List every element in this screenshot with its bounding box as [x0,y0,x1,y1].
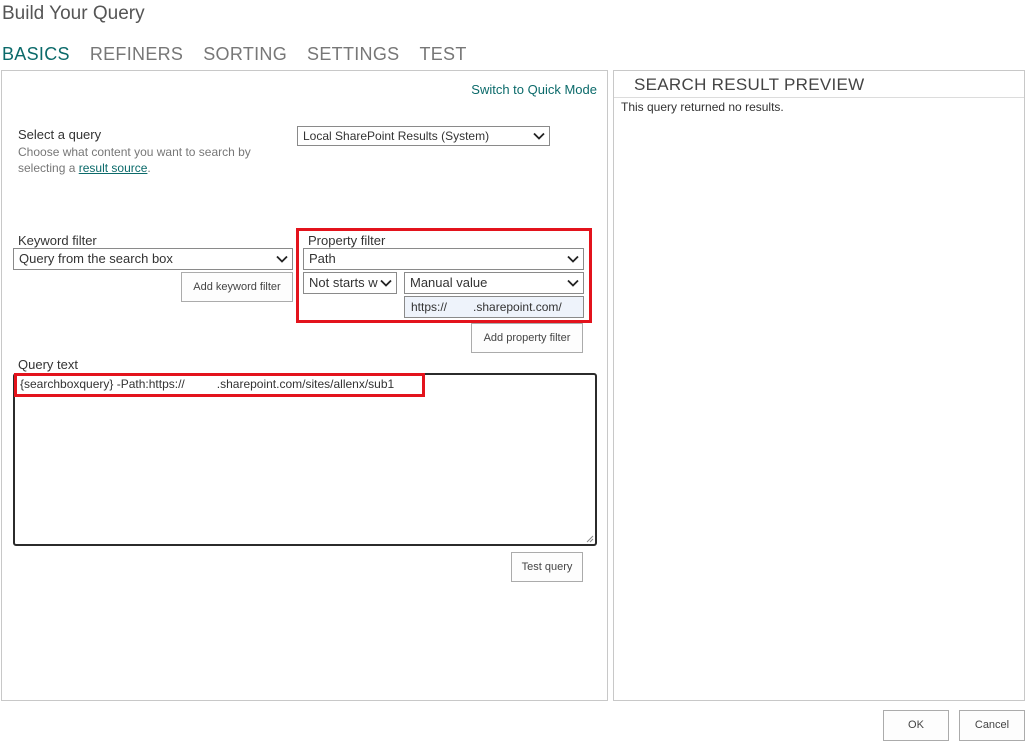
property-value-suffix: .sharepoint.com/ [473,300,562,314]
operator-select[interactable]: Not starts w [303,272,397,294]
result-source-link[interactable]: result source [79,161,148,175]
operator-value: Not starts w [309,275,378,290]
cancel-button[interactable]: Cancel [959,710,1025,741]
add-property-filter-button[interactable]: Add property filter [471,323,583,353]
query-builder-panel: Switch to Quick Mode Select a query Choo… [1,70,608,701]
value-type-select[interactable]: Manual value [404,272,584,294]
query-text-textarea[interactable]: {searchboxquery} -Path:https://.sharepoi… [13,373,597,546]
switch-to-quick-mode-link[interactable]: Switch to Quick Mode [471,82,597,97]
chevron-down-icon [567,255,579,263]
property-select[interactable]: Path [303,248,584,270]
property-filter-label: Property filter [308,233,386,248]
ok-button[interactable]: OK [883,710,949,741]
query-text-label: Query text [18,357,78,372]
select-query-help-line1: Choose what content you want to search b… [18,145,251,159]
dialog-title: Build Your Query [2,3,145,24]
search-result-preview-panel: SEARCH RESULT PREVIEW This query returne… [613,70,1025,701]
query-text-highlight [14,373,425,397]
result-source-value: Local SharePoint Results (System) [303,129,490,143]
tab-sorting[interactable]: SORTING [203,42,287,68]
select-query-help-suffix: . [147,161,151,175]
tab-bar: BASICS REFINERS SORTING SETTINGS TEST [2,42,467,68]
chevron-down-icon [533,132,545,140]
tab-basics[interactable]: BASICS [2,42,70,68]
test-query-button[interactable]: Test query [511,552,583,582]
select-query-help-prefix: selecting a [18,161,76,175]
select-query-label: Select a query [18,127,102,142]
select-query-help: Choose what content you want to search b… [18,144,278,176]
keyword-filter-value: Query from the search box [19,251,173,266]
chevron-down-icon [567,279,579,287]
chevron-down-icon [380,279,392,287]
preview-title: SEARCH RESULT PREVIEW [634,75,865,94]
result-source-select[interactable]: Local SharePoint Results (System) [297,126,550,146]
preview-divider [614,97,1024,98]
tab-refiners[interactable]: REFINERS [90,42,183,68]
resize-grip-icon[interactable] [586,535,594,543]
tab-settings[interactable]: SETTINGS [307,42,399,68]
property-value-prefix: https:// [411,300,448,314]
property-value-input[interactable]: https:// .sharepoint.com/ [404,296,584,318]
keyword-filter-select[interactable]: Query from the search box [13,248,293,270]
add-keyword-filter-button[interactable]: Add keyword filter [181,272,293,302]
property-value: Path [309,251,336,266]
preview-message: This query returned no results. [621,100,784,114]
keyword-filter-label: Keyword filter [18,233,97,248]
chevron-down-icon [276,255,288,263]
value-type-value: Manual value [410,275,488,290]
tab-test[interactable]: TEST [419,42,466,68]
